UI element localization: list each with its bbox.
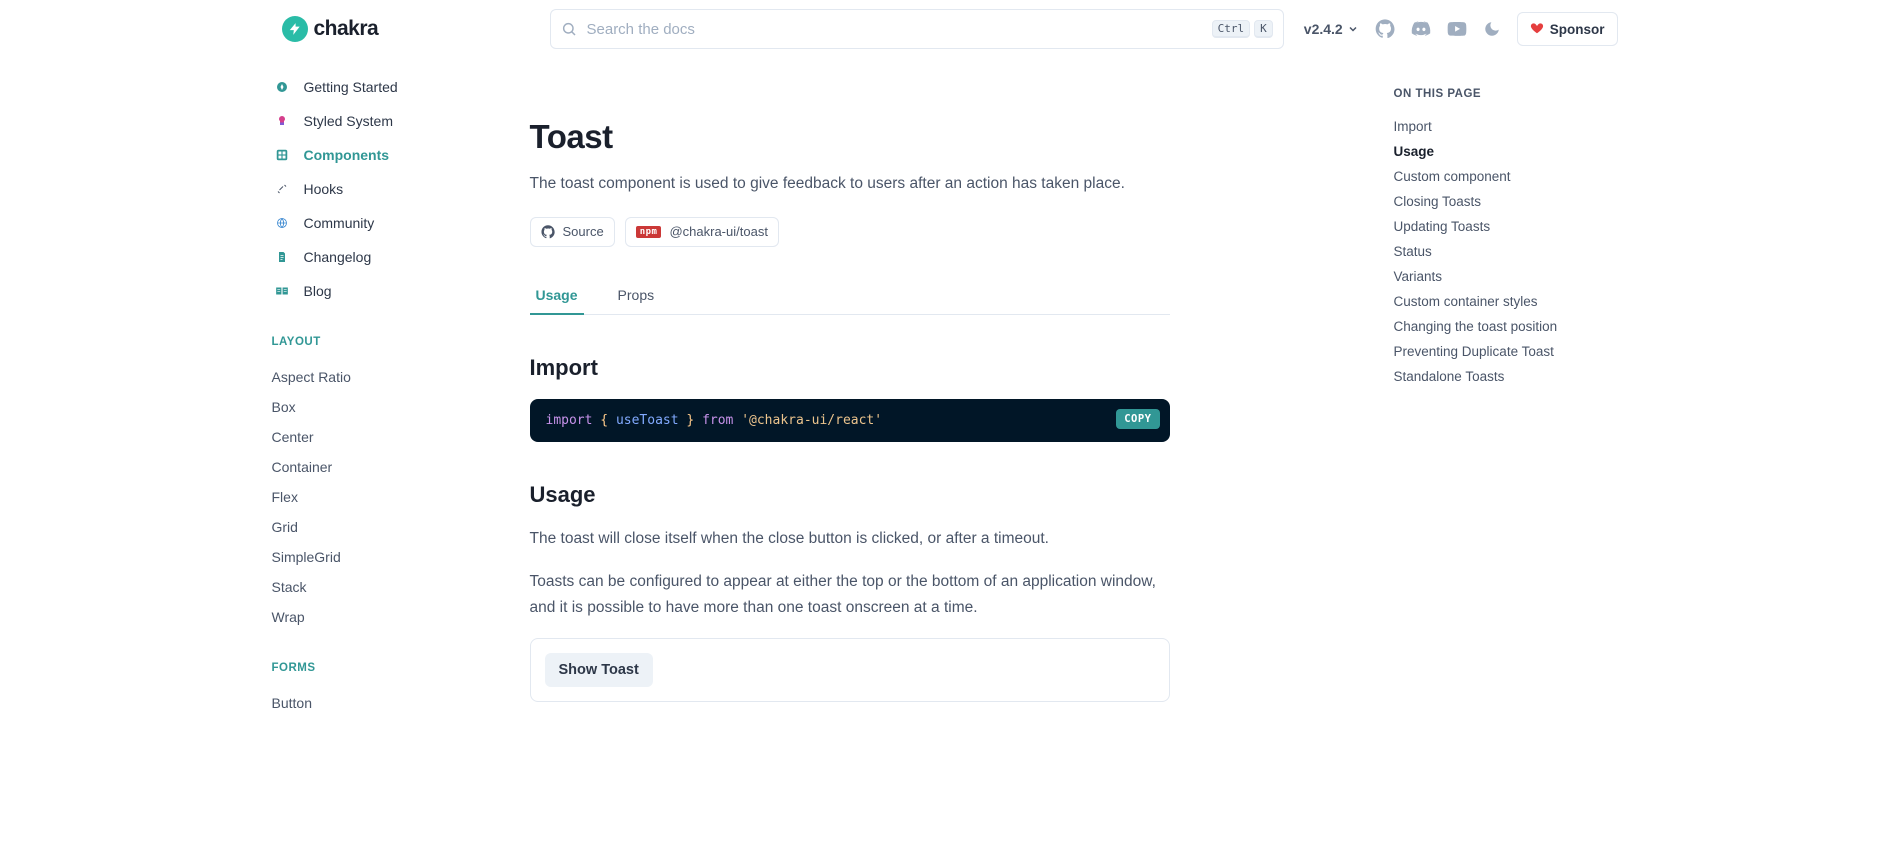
sidebar-item-aspect-ratio[interactable]: Aspect Ratio bbox=[270, 362, 518, 392]
sidebar-item-stack[interactable]: Stack bbox=[270, 572, 518, 602]
header: chakra Search the docs Ctrl K v2.4.2 bbox=[270, 0, 1630, 58]
page-lead: The toast component is used to give feed… bbox=[530, 172, 1170, 197]
logo-text: chakra bbox=[314, 17, 379, 41]
sidebar-top-community[interactable]: Community bbox=[270, 208, 518, 238]
toc-item-status[interactable]: Status bbox=[1394, 239, 1630, 264]
github-icon[interactable] bbox=[1375, 19, 1395, 39]
show-toast-button[interactable]: Show Toast bbox=[545, 653, 653, 687]
logo-bolt-icon bbox=[282, 16, 308, 42]
search-icon bbox=[561, 21, 577, 37]
page-title: Toast bbox=[530, 118, 1170, 156]
sidebar: Getting Started Styled System Components Ho… bbox=[270, 58, 530, 864]
tab-bar: Usage Props bbox=[530, 277, 1170, 315]
heart-icon bbox=[1530, 21, 1544, 38]
nav-icon bbox=[272, 213, 292, 233]
toc-item-changing-the-toast-position[interactable]: Changing the toast position bbox=[1394, 314, 1630, 339]
sidebar-item-simplegrid[interactable]: SimpleGrid bbox=[270, 542, 518, 572]
sidebar-item-flex[interactable]: Flex bbox=[270, 482, 518, 512]
toc-item-updating-toasts[interactable]: Updating Toasts bbox=[1394, 214, 1630, 239]
github-icon bbox=[541, 225, 555, 239]
toc-item-closing-toasts[interactable]: Closing Toasts bbox=[1394, 189, 1630, 214]
version-selector[interactable]: v2.4.2 bbox=[1304, 21, 1359, 37]
search-input[interactable]: Search the docs Ctrl K bbox=[550, 9, 1284, 49]
sidebar-item-wrap[interactable]: Wrap bbox=[270, 602, 518, 632]
sponsor-label: Sponsor bbox=[1550, 22, 1605, 37]
main-content: Toast The toast component is used to giv… bbox=[530, 58, 1370, 864]
sidebar-top-hooks[interactable]: Hooks bbox=[270, 174, 518, 204]
toc-item-custom-component[interactable]: Custom component bbox=[1394, 164, 1630, 189]
copy-button[interactable]: COPY bbox=[1116, 409, 1159, 429]
toc-item-preventing-duplicate-toast[interactable]: Preventing Duplicate Toast bbox=[1394, 339, 1630, 364]
source-link-label: Source bbox=[563, 224, 604, 239]
sponsor-button[interactable]: Sponsor bbox=[1517, 12, 1618, 46]
table-of-contents: ON THIS PAGE ImportUsageCustom component… bbox=[1370, 58, 1630, 864]
heading-import: Import bbox=[530, 355, 1170, 381]
toc-item-standalone-toasts[interactable]: Standalone Toasts bbox=[1394, 364, 1630, 389]
header-right: v2.4.2 Sponsor bbox=[1304, 12, 1618, 46]
sidebar-item-grid[interactable]: Grid bbox=[270, 512, 518, 542]
toc-title: ON THIS PAGE bbox=[1394, 88, 1630, 100]
sidebar-top-changelog[interactable]: Changelog bbox=[270, 242, 518, 272]
npm-link-label: @chakra-ui/toast bbox=[669, 224, 767, 239]
npm-link[interactable]: npm @chakra-ui/toast bbox=[625, 217, 779, 247]
toc-item-import[interactable]: Import bbox=[1394, 114, 1630, 139]
nav-icon bbox=[272, 247, 292, 267]
dark-mode-toggle[interactable] bbox=[1483, 20, 1501, 38]
sidebar-top-components[interactable]: Components bbox=[270, 140, 518, 170]
sidebar-section-forms: FORMS bbox=[272, 662, 518, 674]
discord-icon[interactable] bbox=[1411, 19, 1431, 39]
code-block-import: COPY import { useToast } from '@chakra-u… bbox=[530, 399, 1170, 442]
sidebar-item-center[interactable]: Center bbox=[270, 422, 518, 452]
usage-paragraph-2: Toasts can be configured to appear at ei… bbox=[530, 569, 1170, 620]
heading-usage: Usage bbox=[530, 482, 1170, 508]
usage-paragraph-1: The toast will close itself when the clo… bbox=[530, 526, 1170, 552]
toc-item-custom-container-styles[interactable]: Custom container styles bbox=[1394, 289, 1630, 314]
sidebar-top-styled-system[interactable]: Styled System bbox=[270, 106, 518, 136]
logo[interactable]: chakra bbox=[282, 16, 530, 42]
nav-icon bbox=[272, 179, 292, 199]
chevron-down-icon bbox=[1347, 23, 1359, 35]
sidebar-top-getting-started[interactable]: Getting Started bbox=[270, 72, 518, 102]
nav-icon bbox=[272, 77, 292, 97]
source-link[interactable]: Source bbox=[530, 217, 615, 247]
nav-icon bbox=[272, 145, 292, 165]
sidebar-top-blog[interactable]: Blog bbox=[270, 276, 518, 306]
shortcut-hint: Ctrl K bbox=[1212, 20, 1273, 38]
nav-icon bbox=[272, 111, 292, 131]
sidebar-item-button[interactable]: Button bbox=[270, 688, 518, 718]
version-label: v2.4.2 bbox=[1304, 21, 1343, 37]
search-placeholder: Search the docs bbox=[587, 21, 1202, 38]
tab-props[interactable]: Props bbox=[612, 277, 661, 315]
toc-item-usage[interactable]: Usage bbox=[1394, 139, 1630, 164]
sidebar-item-container[interactable]: Container bbox=[270, 452, 518, 482]
toc-item-variants[interactable]: Variants bbox=[1394, 264, 1630, 289]
youtube-icon[interactable] bbox=[1447, 19, 1467, 39]
sidebar-section-layout: LAYOUT bbox=[272, 336, 518, 348]
nav-icon bbox=[272, 281, 292, 301]
npm-badge-icon: npm bbox=[636, 226, 662, 238]
example-card: Show Toast bbox=[530, 638, 1170, 702]
sidebar-item-box[interactable]: Box bbox=[270, 392, 518, 422]
tab-usage[interactable]: Usage bbox=[530, 277, 584, 315]
